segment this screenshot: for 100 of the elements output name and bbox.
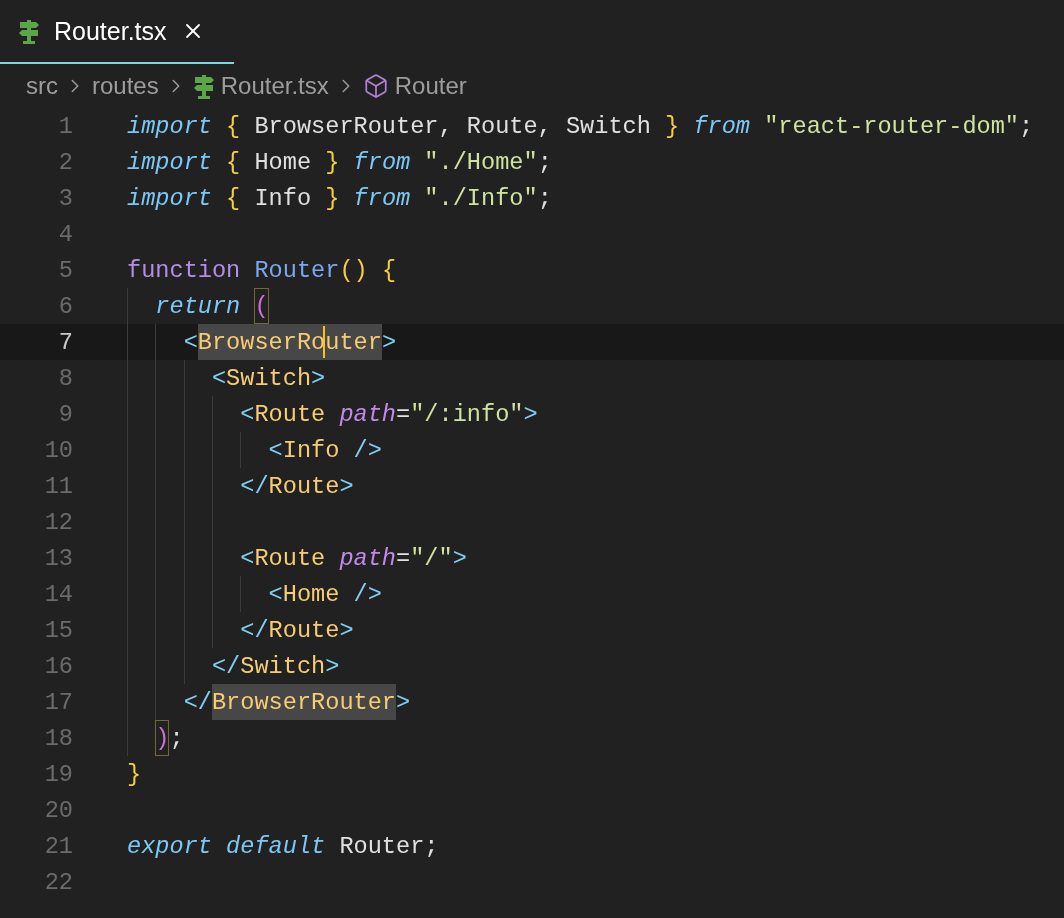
signpost-icon [18,18,40,44]
tag-name: Route [254,399,326,430]
string-text: "./Home" [423,147,538,178]
line-number: 4 [57,220,73,248]
brace-text: () [339,255,368,286]
breadcrumb-item[interactable]: Router [394,72,467,100]
keyword-text: import [127,183,212,214]
tag-bracket: > [523,399,538,430]
tag-bracket: </ [183,687,212,718]
line-number: 15 [43,616,73,644]
keyword-text: export default [127,831,326,862]
brace-text: } [324,183,340,214]
keyword-text: import [127,147,212,178]
code-text: Home [253,147,312,178]
code-text: = [396,399,411,430]
tag-bracket: /> [352,579,382,610]
cube-icon [362,73,389,99]
breadcrumb-item[interactable]: src [26,72,58,100]
tag-bracket: < [211,363,227,394]
tag-name: Info [282,435,340,466]
tag-bracket: > [339,471,354,502]
line-number: 22 [43,868,73,896]
brace-text: { [380,255,397,286]
brace-text: { [225,147,241,178]
paren-text: ( [254,288,269,324]
string-text: "./Info" [423,183,538,214]
brace-text: { [225,183,241,214]
line-number: 11 [43,472,73,500]
line-number: 18 [43,724,73,752]
function-name: Router [253,255,340,286]
tag-bracket: </ [240,615,269,646]
line-number: 9 [57,400,73,428]
string-text: "react-router-dom" [763,111,1020,142]
editor-tab[interactable]: Router.tsx [0,0,234,64]
tag-bracket: </ [240,471,269,502]
keyword-text: from [352,147,411,178]
keyword-text: return [155,291,242,322]
tag-name: BrowserRo [197,324,326,360]
line-number: 17 [43,688,73,716]
line-number: 14 [43,580,73,608]
brace-text: } [664,111,680,142]
tag-bracket: > [311,363,326,394]
breadcrumb-item[interactable]: Router.tsx [220,72,329,100]
tag-bracket: > [325,651,340,682]
code-text: ; [537,147,552,178]
string-text: "/" [410,543,453,574]
breadcrumb-item[interactable]: routes [92,72,159,100]
line-number: 6 [57,292,73,320]
tag-name: BrowserRouter [211,684,396,720]
keyword-text: from [692,111,750,142]
line-number: 1 [57,112,73,140]
tab-title: Router.tsx [54,16,167,46]
attribute-name: path [338,543,396,574]
tag-bracket: < [183,327,198,358]
tag-bracket: > [452,543,467,574]
string-text: "/:info" [410,399,524,430]
brace-text: } [324,147,340,178]
code-text: Info [253,183,312,214]
keyword-text: from [352,183,411,214]
code-text: BrowserRouter, Route, Switch [253,111,651,142]
tag-bracket: < [240,543,255,574]
tag-bracket: /> [352,435,382,466]
code-text: ; [537,183,552,214]
line-number: 5 [57,256,73,284]
line-number: 2 [57,148,73,176]
line-number: 21 [43,832,73,860]
line-number: 10 [43,436,73,464]
line-number: 12 [43,508,73,536]
tag-name: uter [325,324,382,360]
tag-name: Route [254,543,326,574]
code-text: ; [169,723,184,754]
tag-bracket: > [381,327,397,358]
tag-bracket: </ [211,651,241,682]
tag-name: Switch [240,651,326,682]
line-number: 3 [57,184,73,212]
attribute-name: path [338,399,396,430]
code-text: ; [1019,111,1034,142]
tag-bracket: < [268,579,283,610]
line-number: 7 [57,328,73,356]
keyword-text: import [127,111,212,142]
tag-name: Switch [226,363,312,394]
line-number: 19 [43,760,73,788]
paren-text: ) [155,720,170,756]
tag-name: Route [268,615,340,646]
line-number: 13 [43,544,73,572]
tag-name: Home [282,579,340,610]
signpost-icon [192,73,215,99]
tag-name: Route [268,471,340,502]
keyword-text: function [127,255,241,286]
tag-bracket: < [240,399,255,430]
brace-text: } [127,759,142,790]
code-text: Router; [338,831,439,862]
tag-bracket: > [339,615,354,646]
tag-bracket: < [268,435,283,466]
line-number: 20 [43,796,73,824]
line-number: 16 [43,652,73,680]
tag-bracket: > [396,687,411,718]
code-text: = [396,543,411,574]
line-number: 8 [57,364,73,392]
brace-text: { [225,111,241,142]
